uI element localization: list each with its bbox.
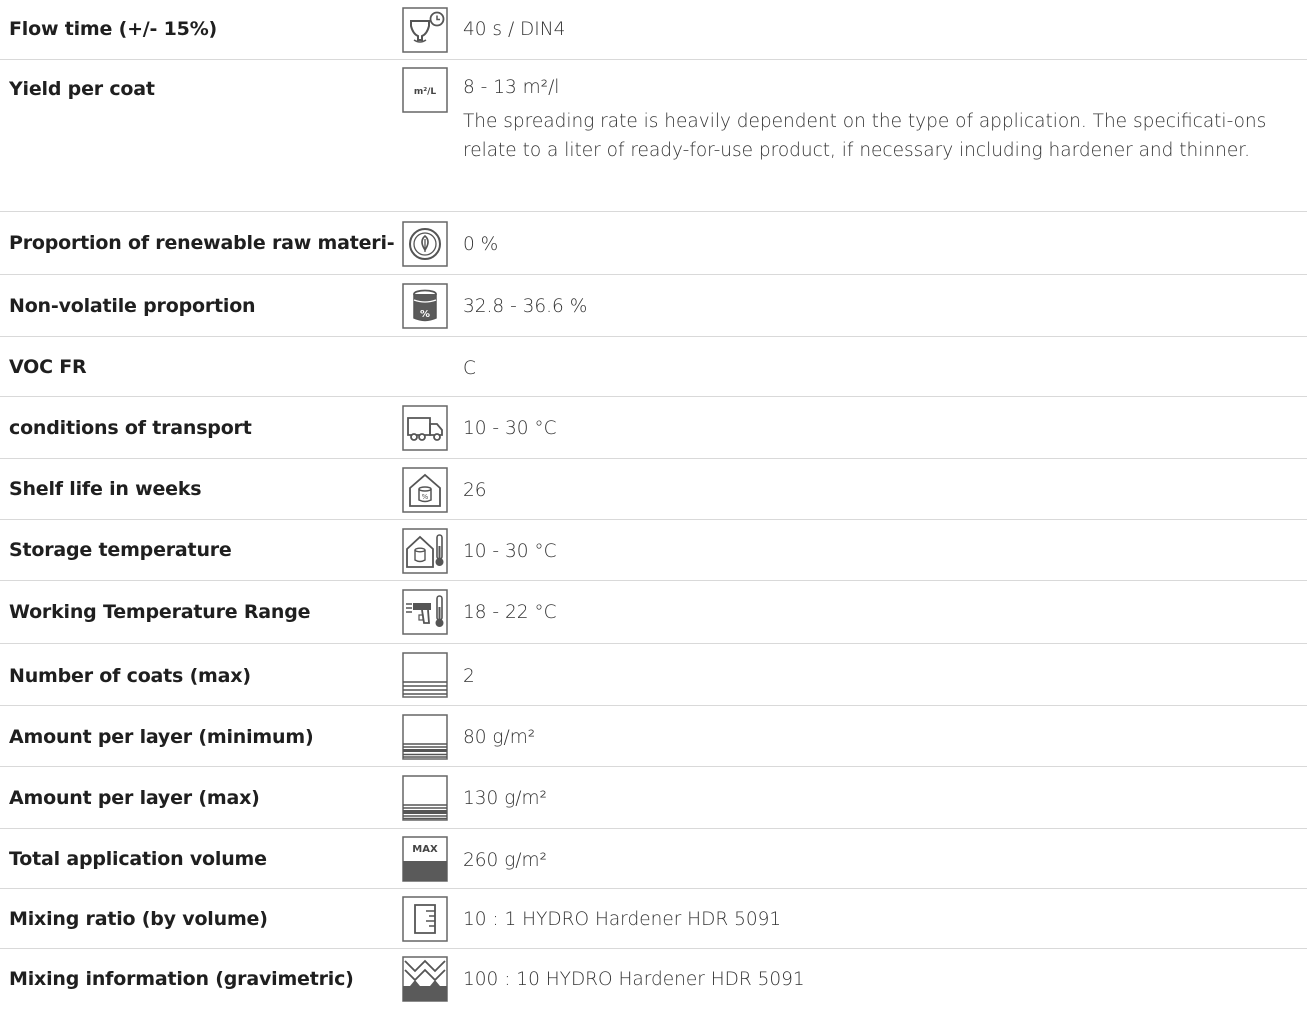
max-volume-icon-text: MAX <box>412 844 438 855</box>
row-label: conditions of transport <box>9 417 252 439</box>
row-value: C <box>463 358 476 379</box>
row-value: 8 - 13 m²/l <box>463 77 560 98</box>
row-value: 2 <box>463 666 475 687</box>
max-volume-icon: MAX <box>402 836 448 882</box>
measuring-beaker-icon <box>402 896 448 942</box>
row-value: 18 - 22 °C <box>463 602 557 623</box>
layer-max-icon <box>402 775 448 821</box>
row-value: 260 g/m² <box>463 850 547 871</box>
row-value: 80 g/m² <box>463 727 536 748</box>
row-label: Mixing ratio (by volume) <box>9 908 268 930</box>
product-data-table: Flow time (+/- 15%) 40 s / DIN4 Yield pe… <box>0 0 1307 1010</box>
row-label: Flow time (+/- 15%) <box>9 18 218 40</box>
table-row-non-volatile-proportion: Non-volatile proportion % 32.8 - 36.6 % <box>0 275 1307 337</box>
row-value: 10 : 1 HYDRO Hardener HDR 5091 <box>463 909 782 930</box>
table-row-amount-per-layer-min: Amount per layer (minimum) 80 g/m² <box>0 706 1307 767</box>
row-label: Shelf life in weeks <box>9 478 202 500</box>
truck-icon <box>402 405 448 451</box>
row-value: 32.8 - 36.6 % <box>463 296 588 317</box>
paint-can-percent-icon: % <box>402 283 448 329</box>
row-label: Non-volatile proportion <box>9 295 256 317</box>
row-label: Number of coats (max) <box>9 665 251 687</box>
table-row-number-of-coats: Number of coats (max) 2 <box>0 644 1307 706</box>
table-row-yield-per-coat: Yield per coat m²/L 8 - 13 m²/l The spre… <box>0 60 1307 212</box>
leaf-circle-icon <box>402 221 448 267</box>
row-label: Amount per layer (max) <box>9 787 260 809</box>
house-can-thermometer-icon <box>402 528 448 574</box>
row-label: Proportion of renewable raw materi- <box>9 232 395 254</box>
row-label: Amount per layer (minimum) <box>9 726 314 748</box>
row-value: 0 % <box>463 234 499 255</box>
row-value: 40 s / DIN4 <box>463 19 566 40</box>
m2-per-liter-icon: m²/L <box>402 67 448 113</box>
row-label: Yield per coat <box>9 78 155 100</box>
row-value: 130 g/m² <box>463 788 547 809</box>
row-value-block: 8 - 13 m²/l The spreading rate is heavil… <box>463 75 1298 165</box>
table-row-mixing-information-gravimetric: Mixing information (gravimetric) 100 : 1… <box>0 949 1307 1010</box>
table-row-flow-time: Flow time (+/- 15%) 40 s / DIN4 <box>0 0 1307 60</box>
row-label: Working Temperature Range <box>9 601 311 623</box>
scale-mixing-icon <box>402 956 448 1002</box>
row-value: 26 <box>463 480 487 501</box>
table-row-storage-temperature: Storage temperature 10 - 30 °C <box>0 520 1307 581</box>
coat-layers-icon <box>402 652 448 698</box>
layer-min-icon <box>402 714 448 760</box>
row-value: 100 : 10 HYDRO Hardener HDR 5091 <box>463 969 805 990</box>
house-can-icon: % <box>402 467 448 513</box>
table-row-amount-per-layer-max: Amount per layer (max) 130 g/m² <box>0 767 1307 829</box>
row-value: 10 - 30 °C <box>463 541 557 562</box>
table-row-renewable-raw-materials: Proportion of renewable raw materi- 0 % <box>0 212 1307 275</box>
svg-text:%: % <box>420 309 430 320</box>
row-value: 10 - 30 °C <box>463 418 557 439</box>
table-row-mixing-ratio-volume: Mixing ratio (by volume) 10 : 1 HYDRO Ha… <box>0 889 1307 949</box>
svg-text:%: % <box>422 493 429 501</box>
row-label: Storage temperature <box>9 539 232 561</box>
row-note: The spreading rate is heavily dependent … <box>463 111 1267 161</box>
spray-gun-thermometer-icon <box>402 589 448 635</box>
table-row-total-application-volume: Total application volume MAX 260 g/m² <box>0 829 1307 889</box>
row-label: Mixing information (gravimetric) <box>9 968 354 990</box>
row-label: Total application volume <box>9 848 267 870</box>
row-label: VOC FR <box>9 356 87 378</box>
flow-cup-timer-icon <box>402 7 448 53</box>
table-row-shelf-life: Shelf life in weeks % 26 <box>0 459 1307 520</box>
table-row-conditions-of-transport: conditions of transport 10 - 30 °C <box>0 397 1307 459</box>
table-row-working-temperature: Working Temperature Range 18 - 22 °C <box>0 581 1307 644</box>
m2-per-liter-icon-text: m²/L <box>414 87 437 97</box>
table-row-voc-fr: VOC FR C <box>0 337 1307 397</box>
